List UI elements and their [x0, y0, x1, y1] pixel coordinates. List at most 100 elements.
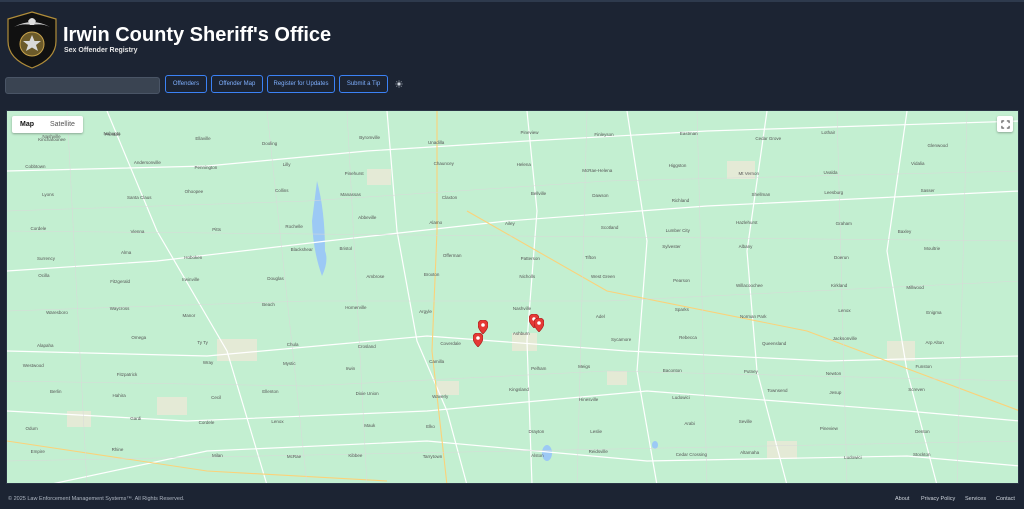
town-label: Lenox [838, 307, 851, 313]
town-label: Willacoochee [736, 282, 763, 288]
town-label: Arp Alton [925, 339, 944, 345]
town-label: Kingsland [509, 387, 529, 393]
town-label: Mystic [282, 360, 296, 366]
town-label: Altamaha [740, 449, 760, 455]
town-label: Ty Ty [197, 339, 208, 345]
footer-link-about[interactable]: About [895, 496, 909, 502]
town-label: Scotland [600, 225, 619, 231]
town-label: Byromville [359, 134, 381, 140]
town-label: Glenwood [927, 142, 948, 148]
town-label: Kirkland [830, 282, 848, 288]
site-header: Irwin County Sheriff's Office Sex Offend… [0, 0, 1024, 70]
town-label: Argyle [419, 309, 432, 315]
town-label: Alma [120, 250, 132, 256]
town-label: Uvalda [823, 170, 838, 176]
town-label: West Green [591, 273, 615, 279]
town-label: Fitzpatrick [116, 372, 138, 378]
town-label: Unadilla [428, 139, 445, 145]
town-label: Irwin [345, 365, 356, 371]
town-label: Berlin [50, 389, 62, 395]
offender-map[interactable]: Map Satellite Kinchafoonee Preston Ellavil… [6, 110, 1019, 484]
town-label: Offerman [442, 253, 462, 259]
town-label: Alston [531, 452, 544, 458]
town-label: Eastman [679, 131, 698, 137]
town-label: Doerun [833, 255, 849, 261]
town-label: Sparks [674, 306, 689, 312]
town-label: Chauncey [433, 160, 454, 166]
town-label: Wray [202, 360, 214, 366]
town-label: Finleyson [594, 132, 614, 138]
town-label: McRae-Helena [582, 168, 613, 174]
town-label: Cedar Crossing [675, 452, 708, 458]
offender-pin-icon[interactable]: Offender location [478, 319, 489, 334]
town-label: Nashville [42, 134, 61, 140]
town-label: Ludowici [844, 454, 862, 460]
satellite-view-button[interactable]: Satellite [42, 116, 83, 133]
town-label: Pinehurst [344, 171, 364, 177]
town-label: Pitts [212, 227, 222, 233]
town-label: Waycross [109, 306, 130, 312]
town-label: Empire [30, 449, 45, 455]
town-label: Screven [908, 387, 925, 393]
town-label: Broxton [423, 272, 440, 278]
town-label: Enigma [926, 310, 942, 316]
offender-pin-icon[interactable]: Offender location [533, 317, 544, 332]
offender-pin-icon[interactable]: Offender location [473, 332, 484, 347]
town-label: Manor [182, 313, 196, 319]
town-label: Hazlehurst [735, 220, 758, 226]
town-label: Tifton [584, 255, 597, 261]
town-label: Nashville [512, 306, 532, 312]
town-label: Cordele [30, 225, 47, 231]
town-label: Sylvester [662, 244, 681, 250]
town-label: Dooling [261, 141, 278, 147]
footer-link-privacy-policy[interactable]: Privacy Policy [921, 496, 955, 502]
footer-link-contact[interactable]: Contact [996, 496, 1015, 502]
town-label: Waverly [432, 394, 449, 400]
town-label: Ellaville [195, 136, 211, 142]
town-label: Irwinville [182, 277, 200, 283]
town-label: Vidalia [911, 160, 925, 166]
town-label: Jesup [829, 390, 842, 396]
town-label: Gardi [130, 416, 142, 422]
town-label: Meigs [578, 363, 591, 369]
town-label: Andersonville [133, 160, 161, 166]
site-footer: © 2025 Law Enforcement Management System… [0, 489, 1024, 509]
offenders-button[interactable]: Offenders [165, 75, 207, 93]
town-label: Surrency [36, 255, 55, 261]
town-label: Shellman [751, 192, 771, 198]
town-label: Douglas [267, 276, 284, 282]
town-label: Queensland [762, 340, 787, 346]
town-label: Leesburg [824, 189, 844, 195]
town-label: Leslie [590, 428, 603, 434]
sun-icon[interactable] [395, 80, 403, 88]
town-label: Alamo [429, 220, 443, 225]
town-label: Graham [835, 221, 852, 227]
town-label: Nahunta [103, 130, 121, 136]
map-type-toggle: Map Satellite [12, 116, 83, 133]
footer-link-services[interactable]: Services [965, 496, 986, 502]
town-label: Vienna [130, 228, 145, 234]
register-for-updates-button[interactable]: Register for Updates [267, 75, 335, 93]
town-label: Cordele [198, 419, 215, 425]
fullscreen-button[interactable] [997, 116, 1013, 132]
town-label: Pearson [673, 278, 690, 284]
town-label: Lumber City [665, 228, 690, 234]
search-input[interactable] [5, 77, 160, 94]
town-label: Cedar Grove [755, 135, 782, 141]
town-label: Odum [25, 425, 38, 431]
town-label: Crosland [357, 343, 376, 349]
town-label: Pineview [520, 130, 539, 136]
town-label: Funston [915, 363, 932, 369]
town-label: Seville [738, 418, 753, 424]
map-view-button[interactable]: Map [12, 116, 42, 133]
offender-map-button[interactable]: Offender Map [211, 75, 263, 93]
town-label: Fitzgerald [110, 279, 130, 285]
town-label: Collins [275, 187, 289, 193]
town-label: Baconton [662, 367, 682, 373]
town-label: McRae [286, 454, 302, 460]
town-label: Hoboken [184, 254, 203, 260]
town-label: Albany [738, 243, 753, 249]
town-label: Rebecca [679, 335, 697, 341]
town-label: Dixie Union [355, 390, 379, 396]
submit-a-tip-button[interactable]: Submit a Tip [339, 75, 388, 93]
